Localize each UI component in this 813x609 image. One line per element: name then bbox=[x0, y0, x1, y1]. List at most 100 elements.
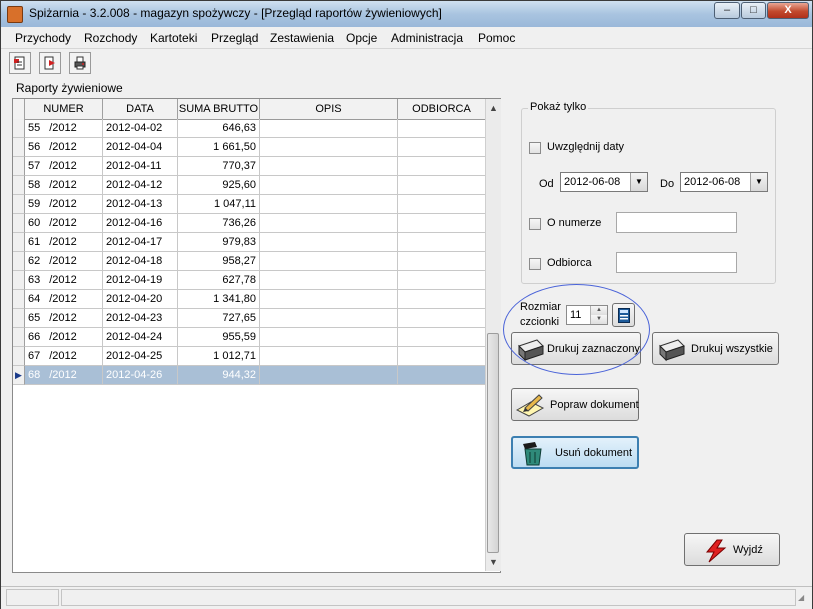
header-suma-brutto[interactable]: SUMA BRUTTO bbox=[178, 99, 260, 119]
scroll-thumb[interactable] bbox=[487, 333, 499, 553]
cell-opis bbox=[260, 233, 398, 252]
table-row[interactable]: 66/2012 2012-04-24 955,59 bbox=[13, 328, 486, 347]
table-row[interactable]: 64/2012 2012-04-20 1 341,80 bbox=[13, 290, 486, 309]
cell-numer: 64/2012 bbox=[25, 290, 103, 309]
stepper-buttons[interactable]: ▲ ▼ bbox=[590, 306, 607, 324]
table-row[interactable]: 61/2012 2012-04-17 979,83 bbox=[13, 233, 486, 252]
cell-suma: 627,78 bbox=[178, 271, 260, 290]
header-numer[interactable]: NUMER bbox=[25, 99, 103, 119]
table-row[interactable]: ▶ 68/2012 2012-04-26 944,32 bbox=[13, 366, 486, 385]
cell-opis bbox=[260, 252, 398, 271]
cell-suma: 958,27 bbox=[178, 252, 260, 271]
table-row[interactable]: 56/2012 2012-04-04 1 661,50 bbox=[13, 138, 486, 157]
print-all-button[interactable]: Drukuj wszystkie bbox=[652, 332, 779, 365]
close-button[interactable]: X bbox=[767, 2, 809, 19]
trash-bin-icon bbox=[523, 442, 542, 466]
maximize-button[interactable]: □ bbox=[741, 2, 766, 19]
from-date-picker[interactable]: 2012-06-08 ▼ bbox=[560, 172, 648, 192]
cell-odbiorca bbox=[398, 119, 486, 138]
number-checkbox[interactable] bbox=[529, 218, 541, 230]
cell-numer: 66/2012 bbox=[25, 328, 103, 347]
font-size-stepper[interactable]: 11 ▲ ▼ bbox=[566, 305, 608, 325]
table-row[interactable]: 62/2012 2012-04-18 958,27 bbox=[13, 252, 486, 271]
table-scrollbar[interactable]: ▲ ▼ bbox=[485, 99, 501, 571]
table-row[interactable]: 60/2012 2012-04-16 736,26 bbox=[13, 214, 486, 233]
print-selected-button[interactable]: Drukuj zaznaczony bbox=[511, 332, 641, 365]
exit-button[interactable]: Wyjdź bbox=[684, 533, 780, 566]
cell-data: 2012-04-24 bbox=[103, 328, 178, 347]
cell-suma: 646,63 bbox=[178, 119, 260, 138]
minimize-button[interactable]: – bbox=[714, 2, 740, 19]
header-indicator bbox=[13, 99, 25, 119]
to-date-picker[interactable]: 2012-06-08 ▼ bbox=[680, 172, 768, 192]
recipient-field[interactable] bbox=[616, 252, 737, 273]
header-data[interactable]: DATA bbox=[103, 99, 178, 119]
menu-kartoteki[interactable]: Kartoteki bbox=[150, 31, 197, 45]
cell-suma: 1 047,11 bbox=[178, 195, 260, 214]
header-odbiorca[interactable]: ODBIORCA bbox=[398, 99, 486, 119]
cell-numer-value: 68 bbox=[28, 369, 41, 381]
cell-data: 2012-04-04 bbox=[103, 138, 178, 157]
stepper-down-icon[interactable]: ▼ bbox=[591, 315, 607, 324]
cell-opis bbox=[260, 138, 398, 157]
calculator-icon bbox=[618, 308, 630, 323]
font-size-label-line2: czcionki bbox=[520, 316, 560, 328]
font-size-value: 11 bbox=[570, 309, 582, 321]
scroll-down-icon[interactable]: ▼ bbox=[486, 554, 501, 570]
number-field[interactable] bbox=[616, 212, 737, 233]
cell-numer-value: 65 bbox=[28, 312, 41, 324]
edit-document-button[interactable]: Popraw dokument bbox=[511, 388, 639, 421]
new-document-button[interactable] bbox=[9, 52, 31, 74]
dates-checkbox[interactable] bbox=[529, 142, 541, 154]
table-row[interactable]: 55/2012 2012-04-02 646,63 bbox=[13, 119, 486, 138]
cell-opis bbox=[260, 366, 398, 385]
chevron-down-icon[interactable]: ▼ bbox=[630, 173, 647, 191]
cell-data: 2012-04-11 bbox=[103, 157, 178, 176]
resize-grip-icon[interactable]: ◢ bbox=[798, 593, 808, 603]
cell-suma: 1 012,71 bbox=[178, 347, 260, 366]
menu-administracja[interactable]: Administracja bbox=[391, 31, 463, 45]
cell-numer-suffix: /2012 bbox=[49, 274, 77, 286]
export-button[interactable] bbox=[39, 52, 61, 74]
menu-zestawienia[interactable]: Zestawienia bbox=[270, 31, 334, 45]
table-row[interactable]: 63/2012 2012-04-19 627,78 bbox=[13, 271, 486, 290]
cell-odbiorca bbox=[398, 252, 486, 271]
title-bar[interactable]: Spiżarnia - 3.2.008 - magazyn spożywczy … bbox=[1, 1, 812, 27]
cell-numer-suffix: /2012 bbox=[49, 160, 77, 172]
menu-pomoc[interactable]: Pomoc bbox=[478, 31, 515, 45]
cell-data: 2012-04-13 bbox=[103, 195, 178, 214]
menu-opcje[interactable]: Opcje bbox=[346, 31, 377, 45]
table-row[interactable]: 57/2012 2012-04-11 770,37 bbox=[13, 157, 486, 176]
cell-suma: 925,60 bbox=[178, 176, 260, 195]
table-row[interactable]: 65/2012 2012-04-23 727,65 bbox=[13, 309, 486, 328]
chevron-down-icon[interactable]: ▼ bbox=[750, 173, 767, 191]
cell-numer-suffix: /2012 bbox=[49, 122, 77, 134]
reports-table[interactable]: NUMER DATA SUMA BRUTTO OPIS ODBIORCA 55/… bbox=[12, 98, 501, 573]
table-row[interactable]: 59/2012 2012-04-13 1 047,11 bbox=[13, 195, 486, 214]
row-indicator: ▶ bbox=[13, 366, 25, 385]
menu-przeglad[interactable]: Przegląd bbox=[211, 31, 258, 45]
table-row[interactable]: 58/2012 2012-04-12 925,60 bbox=[13, 176, 486, 195]
row-indicator bbox=[13, 157, 25, 176]
cell-numer-value: 62 bbox=[28, 255, 41, 267]
menu-przychody[interactable]: Przychody bbox=[15, 31, 71, 45]
cell-numer-suffix: /2012 bbox=[49, 236, 77, 248]
scroll-up-icon[interactable]: ▲ bbox=[486, 100, 501, 116]
cell-odbiorca bbox=[398, 214, 486, 233]
table-row[interactable]: 67/2012 2012-04-25 1 012,71 bbox=[13, 347, 486, 366]
menu-rozchody[interactable]: Rozchody bbox=[84, 31, 137, 45]
cell-numer-value: 57 bbox=[28, 160, 41, 172]
cell-opis bbox=[260, 119, 398, 138]
cell-opis bbox=[260, 157, 398, 176]
cell-numer: 60/2012 bbox=[25, 214, 103, 233]
stepper-up-icon[interactable]: ▲ bbox=[591, 306, 607, 315]
print-button[interactable] bbox=[69, 52, 91, 74]
delete-document-button[interactable]: Usuń dokument bbox=[511, 436, 639, 469]
header-opis[interactable]: OPIS bbox=[260, 99, 398, 119]
cell-odbiorca bbox=[398, 138, 486, 157]
apply-font-button[interactable] bbox=[612, 303, 635, 327]
cell-odbiorca bbox=[398, 347, 486, 366]
cell-data: 2012-04-19 bbox=[103, 271, 178, 290]
recipient-checkbox[interactable] bbox=[529, 258, 541, 270]
cell-suma: 736,26 bbox=[178, 214, 260, 233]
